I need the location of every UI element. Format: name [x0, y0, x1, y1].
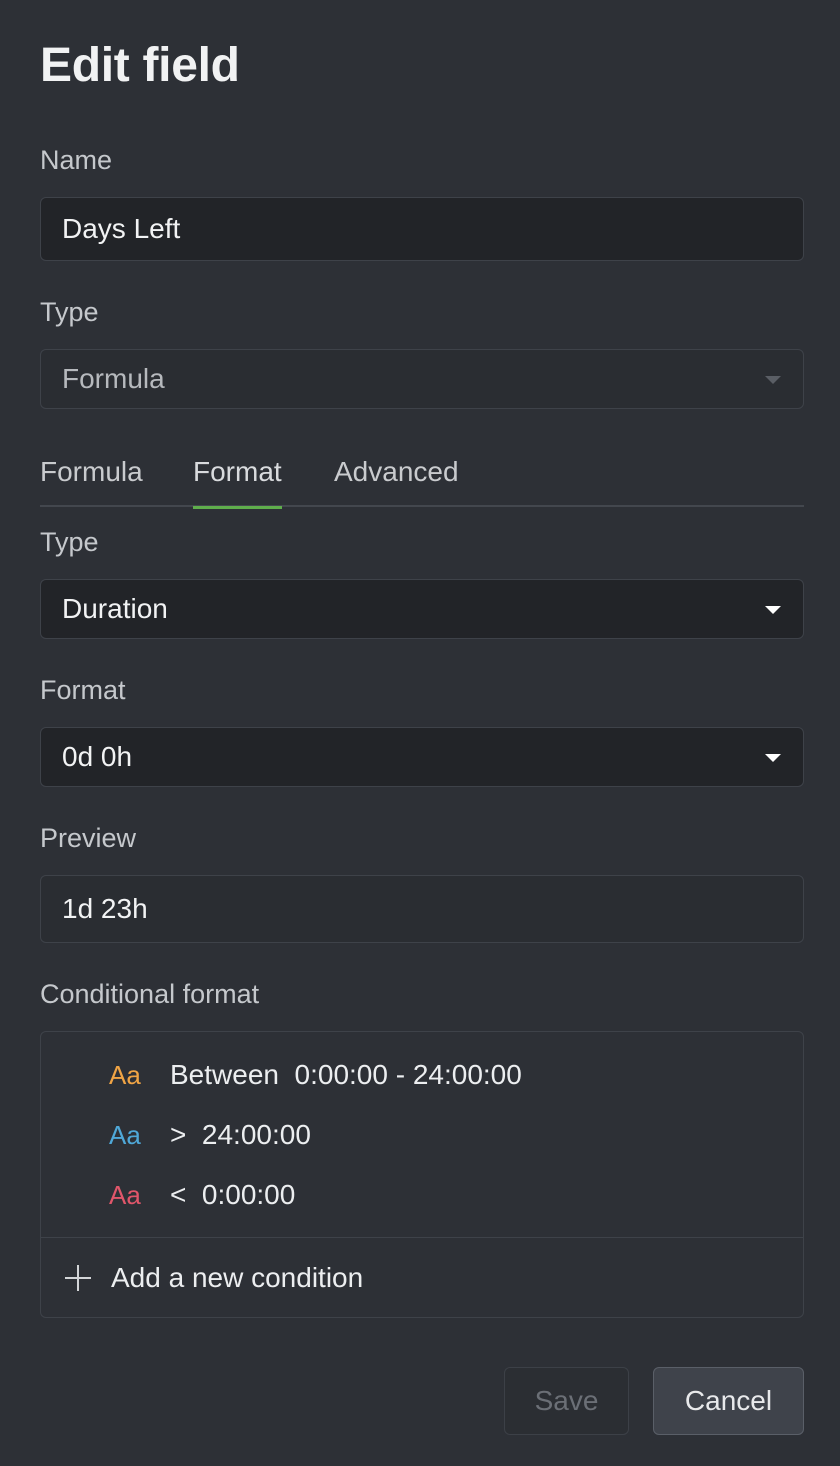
condition-text: Between 0:00:00 - 24:00:00	[170, 1059, 522, 1090]
name-label: Name	[40, 145, 113, 175]
format-value: 0d 0h	[62, 741, 133, 772]
format-type-select[interactable]: Duration	[40, 579, 804, 639]
conditional-format-list: Aa Between 0:00:00 - 24:00:00 Aa > 24:00…	[40, 1031, 804, 1318]
save-button[interactable]: Save	[504, 1367, 629, 1435]
condition-row[interactable]: Aa > 24:00:00	[41, 1115, 803, 1155]
preview-field: 1d 23h	[40, 875, 804, 943]
text-style-icon: Aa	[109, 1059, 141, 1090]
preview-value: 1d 23h	[62, 893, 148, 924]
page-title: Edit field	[40, 39, 240, 92]
tab-formula[interactable]: Formula	[40, 456, 143, 507]
divider	[41, 1237, 803, 1238]
condition-text: < 0:00:00	[170, 1179, 296, 1210]
format-type-label: Type	[40, 527, 99, 557]
format-select[interactable]: 0d 0h	[40, 727, 804, 787]
preview-label: Preview	[40, 823, 137, 853]
conditional-format-label: Conditional format	[40, 979, 260, 1009]
plus-icon	[65, 1265, 91, 1291]
format-label: Format	[40, 675, 126, 705]
tab-format[interactable]: Format	[193, 456, 282, 509]
edit-field-panel: Edit field Name Days Left Type Formula F…	[40, 0, 804, 1466]
tab-bar: Formula Format Advanced	[40, 452, 804, 509]
add-condition-button[interactable]: Add a new condition	[41, 1258, 803, 1298]
field-type-select[interactable]: Formula	[40, 349, 804, 409]
condition-row[interactable]: Aa < 0:00:00	[41, 1175, 803, 1215]
cancel-button[interactable]: Cancel	[653, 1367, 804, 1435]
name-input[interactable]: Days Left	[40, 197, 804, 261]
add-condition-label: Add a new condition	[111, 1262, 364, 1293]
type-label: Type	[40, 297, 99, 327]
chevron-down-icon	[765, 754, 781, 762]
condition-text: > 24:00:00	[170, 1119, 311, 1150]
chevron-down-icon	[765, 376, 781, 384]
chevron-down-icon	[765, 606, 781, 614]
tab-advanced[interactable]: Advanced	[334, 456, 459, 507]
condition-row[interactable]: Aa Between 0:00:00 - 24:00:00	[41, 1055, 803, 1095]
text-style-icon: Aa	[109, 1119, 141, 1150]
name-input-value: Days Left	[62, 213, 181, 244]
format-type-value: Duration	[62, 593, 168, 624]
text-style-icon: Aa	[109, 1179, 141, 1210]
field-type-value: Formula	[62, 363, 165, 394]
